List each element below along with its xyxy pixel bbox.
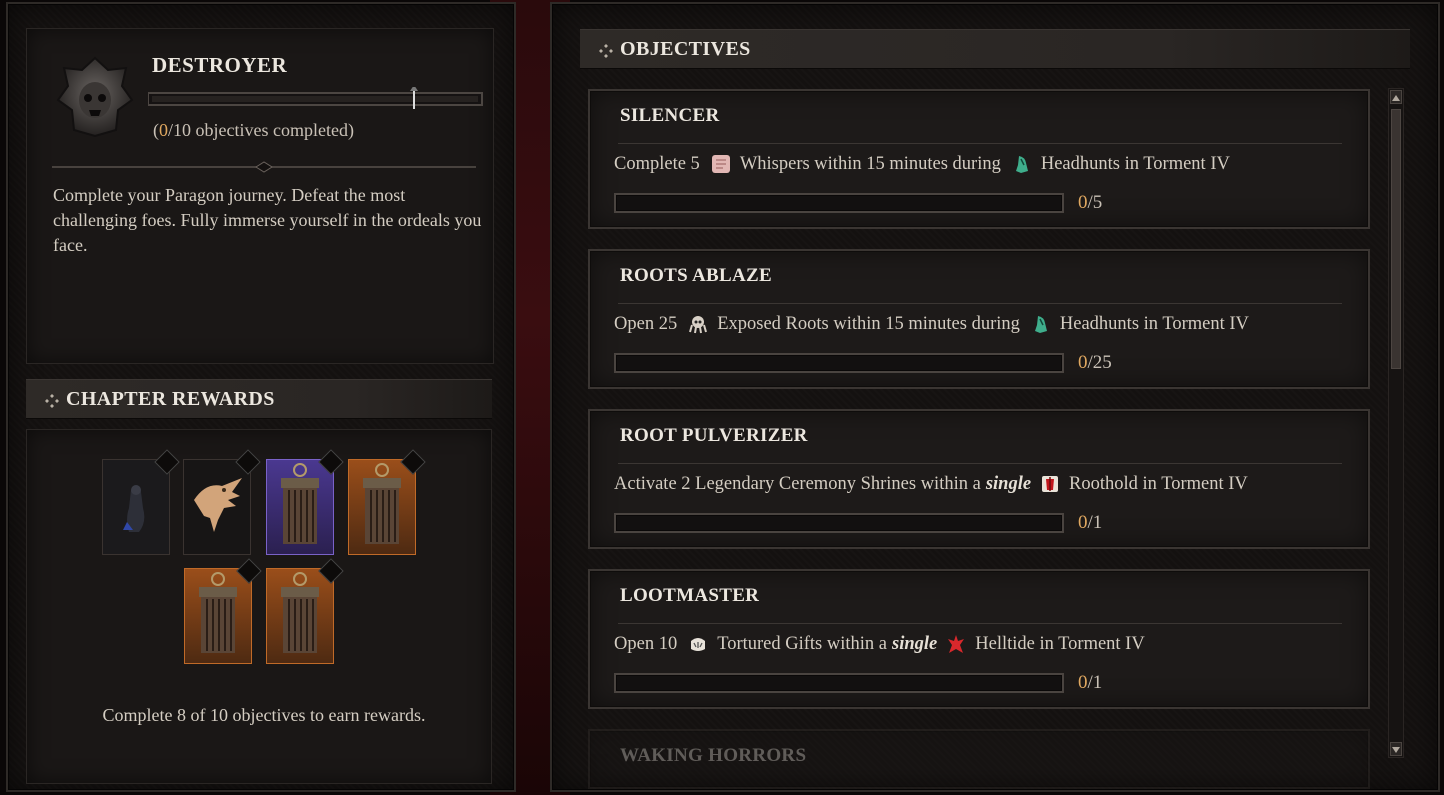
raven-emblem-icon — [194, 478, 242, 532]
reward-item[interactable] — [266, 558, 344, 664]
rewards-requirement-text: Complete 8 of 10 objectives to earn rewa… — [102, 705, 426, 725]
objective-separator — [618, 303, 1342, 304]
roothold-icon — [1042, 476, 1059, 492]
diamond-cluster-icon — [45, 394, 59, 408]
objective-description: Open 25 Exposed Roots within 15 minutes … — [614, 313, 1249, 334]
chapter-title: DESTROYER — [152, 53, 288, 77]
destroyer-emblem-icon — [56, 56, 134, 138]
objective-progress-count: 0/1 — [1078, 512, 1103, 533]
objective-card[interactable]: WAKING HORRORS — [588, 729, 1370, 789]
scroll-down-button[interactable] — [1390, 742, 1402, 756]
exposed-root-icon — [689, 316, 708, 334]
objectives-header-title: OBJECTIVES — [620, 38, 751, 60]
reward-item[interactable] — [102, 449, 180, 555]
chapter-panel: DESTROYER (0/10 objectives completed) Co… — [6, 2, 516, 792]
objective-progress-count: 0/25 — [1078, 352, 1112, 373]
objective-progress-bar — [614, 353, 1064, 373]
objective-card[interactable]: ROOT PULVERIZER Activate 2 Legendary Cer… — [588, 409, 1370, 549]
reward-item[interactable] — [266, 449, 344, 555]
diamond-cluster-icon — [599, 44, 613, 58]
cage-cache-icon — [281, 463, 319, 544]
raven-figure-icon — [123, 485, 145, 532]
objective-description: Activate 2 Legendary Ceremony Shrines wi… — [614, 473, 1248, 494]
cage-cache-icon — [363, 463, 401, 544]
objective-progress-bar — [614, 673, 1064, 693]
helltide-icon — [948, 635, 965, 653]
whisper-scroll-icon — [711, 155, 730, 173]
objective-separator — [618, 623, 1342, 624]
scroll-up-button[interactable] — [1390, 90, 1402, 104]
reward-item[interactable] — [183, 449, 261, 555]
arrow-up-icon — [1392, 95, 1400, 101]
ornamental-divider — [52, 161, 476, 173]
chapter-progress-bar — [148, 87, 483, 109]
objective-separator — [618, 463, 1342, 464]
rewards-area — [26, 429, 492, 784]
objective-card[interactable]: LOOTMASTER Open 10 Tortured Gifts within… — [588, 569, 1370, 709]
objective-progress-bar — [614, 193, 1064, 213]
objective-separator — [618, 143, 1342, 144]
objective-card[interactable]: ROOTS ABLAZE Open 25 Exposed Roots withi… — [588, 249, 1370, 389]
objectives-section-header: OBJECTIVES — [580, 29, 1410, 69]
objective-description: Open 10 Tortured Gifts within a single H… — [614, 633, 1145, 654]
cage-cache-icon — [281, 572, 319, 653]
scroll-thumb[interactable] — [1391, 109, 1401, 369]
objective-title: SILENCER — [620, 105, 720, 126]
objective-progress-count: 0/1 — [1078, 672, 1103, 693]
tortured-gift-icon — [691, 638, 706, 651]
objective-progress-count: 0/5 — [1078, 192, 1103, 213]
headhunt-icon — [1034, 316, 1047, 333]
rewards-section-header: CHAPTER REWARDS — [26, 379, 492, 419]
cage-cache-icon — [199, 572, 237, 653]
objectives-panel: OBJECTIVES SILENCER Complete 5 Whispers … — [550, 2, 1440, 792]
reward-item[interactable] — [348, 449, 426, 555]
objective-title: ROOTS ABLAZE — [620, 265, 772, 286]
objective-title: ROOT PULVERIZER — [620, 425, 808, 446]
objective-title: WAKING HORRORS — [620, 745, 807, 766]
objective-card[interactable]: SILENCER Complete 5 Whispers within 15 m… — [588, 89, 1370, 229]
rewards-header-title: CHAPTER REWARDS — [66, 388, 275, 410]
headhunt-icon — [1015, 156, 1028, 173]
reward-item[interactable] — [184, 558, 262, 664]
objectives-scrollbar[interactable] — [1388, 88, 1404, 758]
objective-title: LOOTMASTER — [620, 585, 760, 606]
objective-progress-bar — [614, 513, 1064, 533]
chapter-description: Complete your Paragon journey. Defeat th… — [53, 185, 482, 255]
chapter-progress-text: (0/10 objectives completed) — [153, 120, 354, 140]
objective-description: Complete 5 Whispers within 15 minutes du… — [614, 153, 1230, 174]
arrow-down-icon — [1392, 747, 1400, 753]
